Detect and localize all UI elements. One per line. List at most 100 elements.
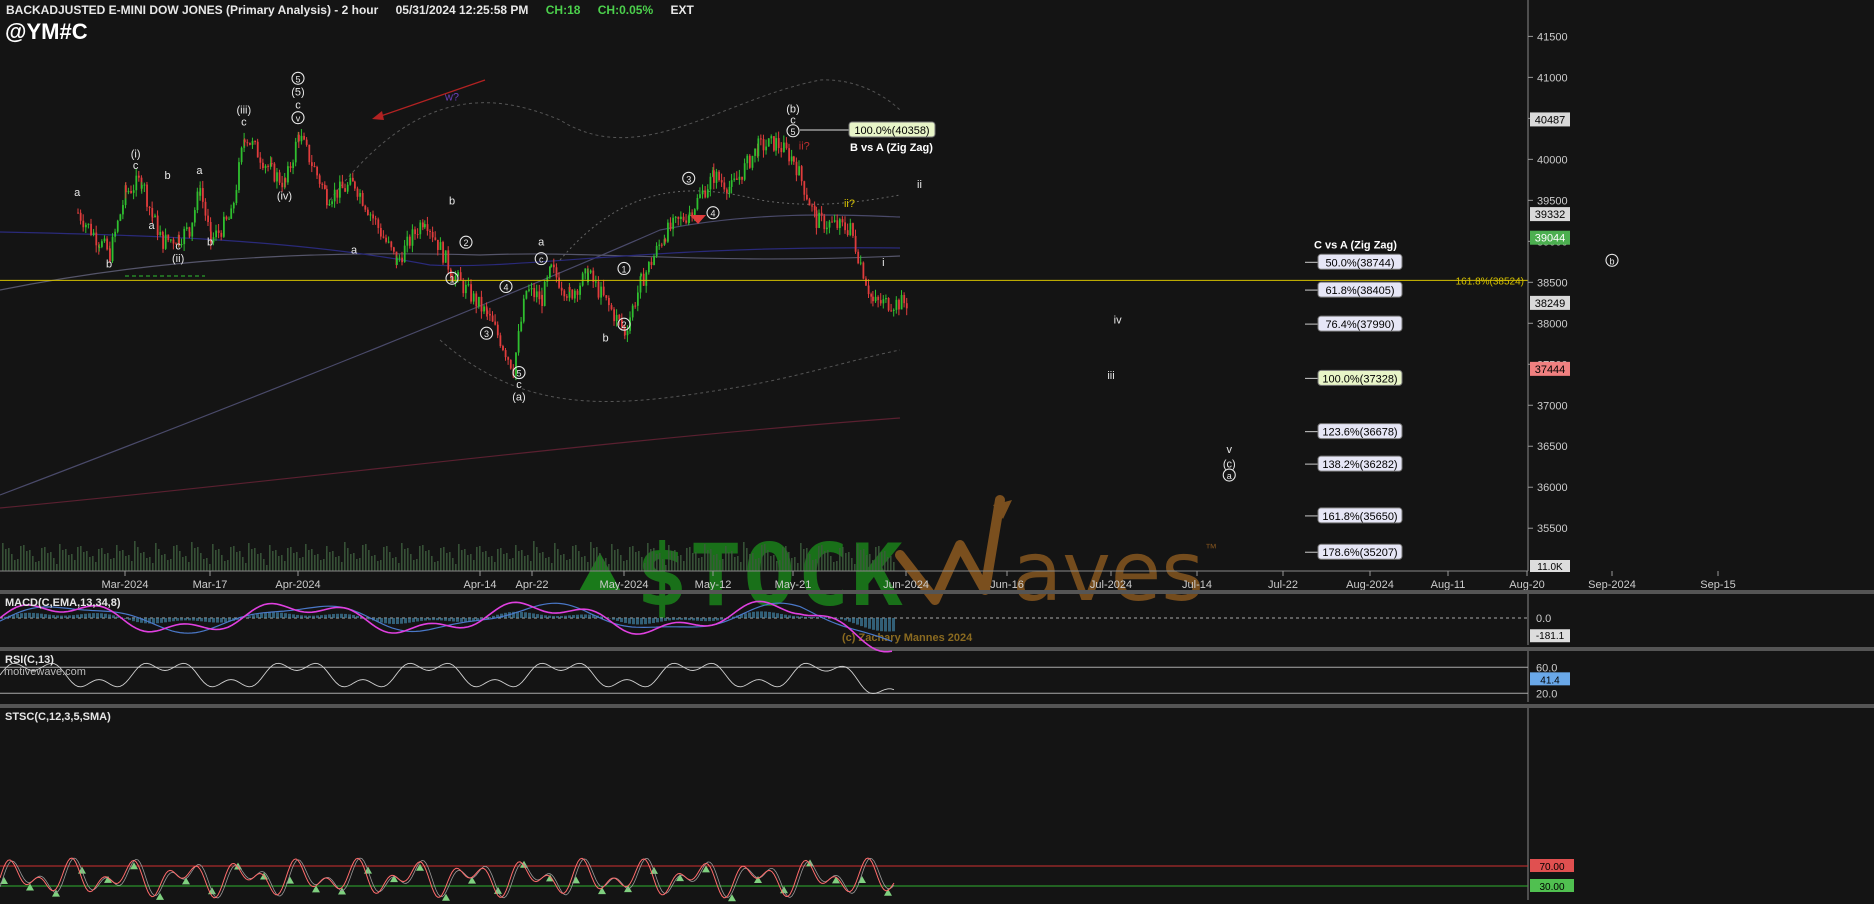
trademark-symbol: ™ bbox=[1205, 541, 1217, 555]
volume-bar bbox=[392, 558, 394, 571]
volume-bar bbox=[455, 564, 457, 571]
candle-body bbox=[442, 242, 444, 263]
volume-bar bbox=[773, 555, 775, 571]
candle-body bbox=[90, 223, 92, 235]
macd-histogram-bar bbox=[68, 615, 71, 618]
candle-body bbox=[414, 229, 416, 235]
volume-bar bbox=[614, 550, 616, 571]
candle-body bbox=[555, 267, 558, 278]
candle-body bbox=[406, 236, 409, 246]
candle-body bbox=[294, 141, 297, 163]
macd-histogram-bar bbox=[36, 613, 39, 618]
candle-body bbox=[859, 262, 862, 264]
volume-bar bbox=[266, 565, 268, 571]
volume-bar bbox=[275, 550, 277, 571]
candle-body bbox=[905, 303, 908, 309]
macd-histogram-bar bbox=[136, 618, 139, 623]
time-tick-label: May-2024 bbox=[600, 579, 649, 591]
macd-histogram-bar bbox=[312, 615, 315, 618]
macd-histogram-bar bbox=[268, 612, 271, 618]
volume-bar bbox=[686, 548, 688, 571]
candle-body bbox=[326, 188, 328, 206]
candle-body bbox=[574, 290, 576, 299]
candle-body bbox=[169, 239, 172, 241]
candle-body bbox=[669, 222, 672, 230]
candle-body bbox=[159, 231, 162, 235]
volume-bar bbox=[371, 556, 373, 571]
candle-body bbox=[273, 163, 276, 182]
macd-histogram-bar bbox=[264, 612, 267, 618]
macd-histogram-bar bbox=[28, 612, 31, 618]
macd-histogram-bar bbox=[636, 618, 639, 625]
volume-bar bbox=[449, 552, 451, 571]
candle-body bbox=[303, 135, 305, 140]
c-target-label: 50.0%(38744) bbox=[1325, 257, 1394, 269]
candle-body bbox=[246, 142, 249, 144]
macd-histogram-bar bbox=[92, 613, 95, 618]
volume-bar bbox=[410, 554, 412, 571]
volume-bar bbox=[545, 558, 547, 571]
volume-bar bbox=[698, 558, 700, 571]
macd-histogram-bar bbox=[848, 618, 851, 622]
wave-label: ii? bbox=[844, 198, 855, 210]
volume-bar bbox=[554, 543, 556, 571]
candle-body bbox=[613, 309, 615, 322]
macd-value-label: -181.1 bbox=[1536, 631, 1565, 642]
volume-bar bbox=[521, 550, 523, 571]
candle-body bbox=[746, 155, 749, 164]
wave-label: 2 bbox=[621, 320, 626, 330]
candle-body bbox=[898, 299, 900, 310]
volume-bar bbox=[221, 555, 223, 571]
candle-body bbox=[674, 216, 677, 218]
candle-body bbox=[361, 192, 364, 206]
volume-bar bbox=[869, 554, 871, 571]
wave-label: b bbox=[207, 236, 213, 248]
candle-body bbox=[148, 206, 151, 208]
volume-bar bbox=[260, 553, 262, 571]
wave-label: (iv) bbox=[277, 191, 292, 203]
macd-histogram-bar bbox=[440, 618, 443, 621]
candle-body bbox=[185, 227, 188, 229]
candle-body bbox=[726, 189, 728, 194]
candle-body bbox=[704, 190, 707, 198]
time-tick-label: Sep-15 bbox=[1700, 579, 1735, 591]
macd-histogram-bar bbox=[680, 618, 683, 620]
volume-bar bbox=[611, 544, 613, 571]
volume-bar bbox=[740, 562, 742, 571]
macd-histogram-bar bbox=[48, 614, 51, 618]
candle-body bbox=[276, 172, 278, 182]
volume-bar bbox=[677, 556, 679, 571]
macd-histogram-bar bbox=[532, 613, 535, 618]
wave-label: a bbox=[351, 245, 358, 257]
volume-bar bbox=[278, 556, 280, 571]
volume-marker-label: 11.0K bbox=[1537, 562, 1563, 573]
wave-label: 3 bbox=[484, 329, 489, 339]
macd-histogram-bar bbox=[776, 613, 779, 618]
candle-body bbox=[664, 239, 667, 242]
brand-text-left: $TOCK bbox=[636, 526, 905, 626]
volume-bar bbox=[728, 552, 730, 571]
pane-separator bbox=[0, 590, 1874, 594]
price-chart[interactable]: $TOCK aves ™(c) Zachary Mannes 2024 161.8%… bbox=[0, 0, 1874, 904]
volume-bar bbox=[446, 553, 448, 571]
volume-bar bbox=[425, 551, 427, 571]
volume-bar bbox=[194, 548, 196, 571]
candle-body bbox=[223, 216, 225, 237]
candle-body bbox=[879, 300, 882, 304]
volume-bar bbox=[866, 555, 868, 571]
volume-bar bbox=[470, 554, 472, 571]
macd-histogram-bar bbox=[564, 615, 567, 618]
volume-bar bbox=[590, 542, 592, 571]
candle-body bbox=[491, 315, 494, 322]
macd-histogram-bar bbox=[888, 618, 891, 632]
macd-histogram-bar bbox=[104, 613, 107, 618]
macd-histogram-bar bbox=[796, 616, 799, 618]
volume-bar bbox=[806, 548, 808, 571]
macd-histogram-bar bbox=[876, 618, 879, 631]
volume-bar bbox=[248, 543, 250, 571]
volume-bar bbox=[443, 547, 445, 571]
volume-bar bbox=[767, 550, 769, 571]
macd-histogram-bar bbox=[392, 618, 395, 625]
candle-body bbox=[811, 205, 813, 207]
candle-body bbox=[151, 207, 154, 217]
